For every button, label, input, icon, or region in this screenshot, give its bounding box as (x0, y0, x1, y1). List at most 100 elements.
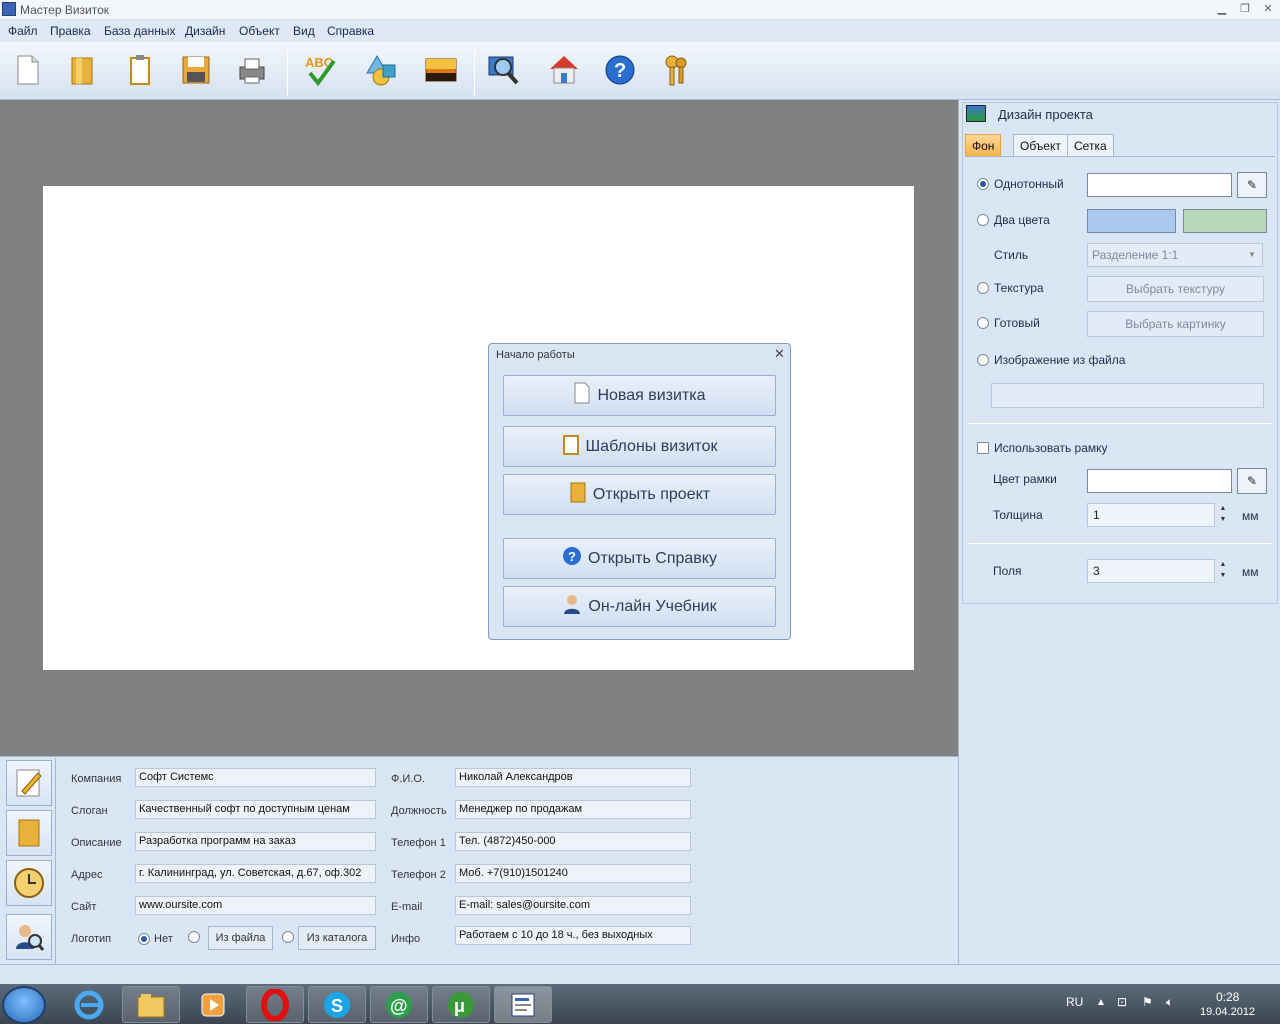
print-icon[interactable] (234, 52, 270, 88)
position-field[interactable]: Менеджер по продажам (455, 800, 691, 819)
clock-date[interactable]: 19.04.2012 (1200, 1006, 1255, 1018)
search-user-icon[interactable] (6, 914, 52, 960)
ie-icon[interactable] (60, 986, 118, 1023)
email-field[interactable]: E-mail: sales@oursite.com (455, 896, 691, 915)
info-label: Инфо (391, 933, 421, 945)
choose-picture-button[interactable]: Выбрать картинку (1087, 311, 1264, 337)
description-field[interactable]: Разработка программ на заказ (135, 832, 376, 851)
menu-help[interactable]: Справка (327, 24, 374, 38)
choose-texture-button[interactable]: Выбрать текстуру (1087, 276, 1264, 302)
menu-file[interactable]: Файл (8, 24, 38, 38)
eyedropper-icon[interactable]: ✎ (1237, 468, 1267, 494)
gradient-color-2[interactable] (1183, 209, 1267, 233)
home-icon[interactable] (546, 52, 582, 88)
menu-view[interactable]: Вид (293, 24, 315, 38)
open-icon[interactable] (6, 810, 52, 856)
use-frame-checkbox[interactable] (977, 442, 989, 454)
help-icon: ? (562, 546, 582, 571)
tray-arrow-icon[interactable]: ▲ (1096, 997, 1106, 1008)
phone2-label: Телефон 2 (391, 869, 446, 881)
margins-input[interactable]: 3 (1087, 559, 1215, 583)
tab-object[interactable]: Объект (1013, 134, 1068, 156)
opera-icon[interactable] (246, 986, 304, 1023)
menu-edit[interactable]: Правка (50, 24, 91, 38)
frame-color-field[interactable] (1087, 469, 1232, 493)
new-icon[interactable] (10, 52, 46, 88)
online-tutorial-button[interactable]: Он-лайн Учебник (503, 586, 776, 627)
templates-label: Шаблоны визиток (585, 437, 718, 455)
new-card-button[interactable]: Новая визитка (503, 375, 776, 416)
two-colors-radio[interactable] (977, 214, 989, 226)
eyedropper-icon[interactable]: ✎ (1237, 172, 1267, 198)
spin-arrows-icon[interactable]: ▲ ▼ (1216, 503, 1230, 527)
templates-button[interactable]: Шаблоны визиток (503, 426, 776, 467)
logo-none-radio[interactable] (138, 933, 150, 945)
open-icon[interactable] (64, 52, 100, 88)
explorer-icon[interactable] (122, 986, 180, 1023)
phone2-field[interactable]: Моб. +7(910)1501240 (455, 864, 691, 883)
style-select[interactable]: Разделение 1:1 (1087, 243, 1263, 267)
spellcheck-icon[interactable]: ABC (303, 52, 339, 88)
solid-color-field[interactable] (1087, 173, 1232, 197)
logo-file-radio[interactable] (188, 931, 200, 943)
media-player-icon[interactable] (184, 986, 242, 1023)
info-field[interactable]: Работаем с 10 до 18 ч., без выходных (455, 926, 691, 945)
dialog-close-icon[interactable]: ✕ (774, 346, 785, 362)
menu-object[interactable]: Объект (239, 24, 280, 38)
templates-icon[interactable] (122, 52, 158, 88)
thickness-input[interactable]: 1 (1087, 503, 1215, 527)
close-button[interactable]: ✕ (1258, 2, 1278, 16)
chevron-down-icon[interactable]: ▼ (1245, 246, 1259, 264)
mail-agent-icon[interactable]: @ (370, 986, 428, 1023)
texture-radio[interactable] (977, 282, 989, 294)
start-button[interactable] (2, 986, 46, 1024)
site-field[interactable]: www.oursite.com (135, 896, 376, 915)
minimize-button[interactable]: ▁ (1212, 2, 1232, 16)
save-icon[interactable] (178, 52, 214, 88)
menu-design[interactable]: Дизайн (185, 24, 225, 38)
menu-database[interactable]: База данных (104, 24, 175, 38)
volume-icon[interactable]: 🔈︎ (1166, 995, 1173, 1010)
tab-grid[interactable]: Сетка (1067, 134, 1114, 156)
svg-text:?: ? (614, 60, 626, 82)
texture-label: Текстура (994, 281, 1044, 295)
skype-icon[interactable]: S (308, 986, 366, 1023)
keys-icon[interactable] (658, 52, 694, 88)
edit-icon[interactable] (6, 760, 52, 806)
restore-button[interactable]: ❐ (1235, 2, 1255, 16)
position-label: Должность (391, 805, 447, 817)
slogan-field[interactable]: Качественный софт по доступным ценам (135, 800, 376, 819)
address-field[interactable]: г. Калининград, ул. Советская, д.67, оф.… (135, 864, 376, 883)
file-image-radio[interactable] (977, 354, 989, 366)
logo-from-file-button[interactable]: Из файла (208, 926, 273, 950)
help-icon[interactable]: ? (602, 52, 638, 88)
solid-radio[interactable] (977, 178, 989, 190)
shapes-icon[interactable] (363, 52, 399, 88)
fullname-field[interactable]: Николай Александров (455, 768, 691, 787)
ready-radio[interactable] (977, 317, 989, 329)
network-icon[interactable]: ⊡ (1117, 995, 1127, 1009)
tab-background[interactable]: Фон (965, 134, 1002, 156)
open-project-button[interactable]: Открыть проект (503, 474, 776, 515)
utorrent-icon[interactable]: μ (432, 986, 490, 1023)
logo-from-catalog-button[interactable]: Из каталога (298, 926, 376, 950)
clock-icon[interactable] (6, 860, 52, 906)
company-field[interactable]: Софт Системс (135, 768, 376, 787)
open-help-button[interactable]: ? Открыть Справку (503, 538, 776, 579)
phone1-field[interactable]: Тел. (4872)450-000 (455, 832, 691, 851)
file-image-path[interactable] (991, 383, 1264, 408)
spin-arrows-icon[interactable]: ▲ ▼ (1216, 559, 1230, 583)
zoom-icon[interactable] (486, 52, 522, 88)
user-icon (562, 593, 582, 620)
svg-text:@: @ (390, 996, 408, 1016)
solid-label: Однотонный (994, 177, 1064, 191)
image-icon[interactable] (423, 52, 459, 88)
description-label: Описание (71, 837, 122, 849)
flag-icon[interactable]: ⚑ (1142, 995, 1153, 1009)
language-indicator[interactable]: RU (1066, 995, 1083, 1009)
gradient-color-1[interactable] (1087, 209, 1176, 233)
business-card-app-icon[interactable] (494, 986, 552, 1023)
clock-time[interactable]: 0:28 (1216, 990, 1239, 1004)
design-panel-title: Дизайн проекта (998, 107, 1093, 122)
logo-catalog-radio[interactable] (282, 931, 294, 943)
